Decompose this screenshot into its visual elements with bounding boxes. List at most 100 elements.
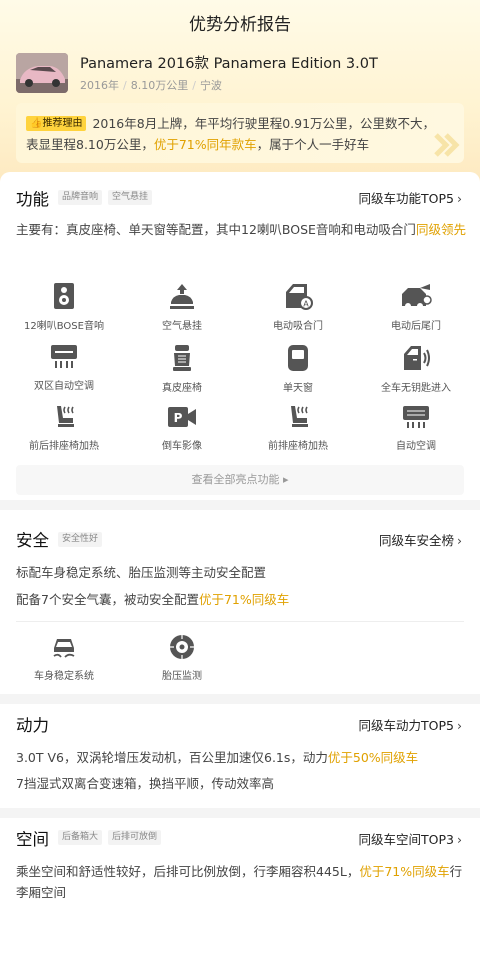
section-gap [0, 500, 480, 510]
car-photo[interactable] [16, 53, 68, 93]
chevron-right-icon: › [457, 832, 462, 847]
feature-label: 12喇叭BOSE音响 [24, 321, 104, 332]
leather-seat-icon [173, 345, 191, 371]
feature-label: 倒车影像 [162, 441, 202, 452]
power-rank-label: 同级车动力TOP5 [358, 718, 454, 733]
feature-item[interactable]: 电动后尾门 [366, 282, 466, 332]
space-rank-link[interactable]: 同级车空间TOP3 › [359, 829, 462, 848]
car-city: 宁波 [199, 79, 222, 92]
air-suspension-icon [170, 284, 194, 309]
power-highlight: 优于50%同级车 [327, 750, 419, 765]
function-rank-link[interactable]: 同级车功能TOP5 › [359, 188, 462, 207]
power-rank-link[interactable]: 同级车动力TOP5 › [359, 715, 462, 734]
feature-label: 全车无钥匙进入 [381, 383, 451, 394]
chevron-right-icon: › [457, 533, 462, 548]
feature-item[interactable]: 全车无钥匙进入 [366, 344, 466, 394]
reason-text-part: ，属于个人一手好车 [256, 137, 370, 152]
section-gap [0, 808, 480, 818]
feature-item[interactable]: 前后排座椅加热 [14, 404, 114, 452]
front-seat-heat-icon [291, 406, 308, 427]
sunroof-icon [288, 345, 308, 371]
power-door-icon: A [286, 284, 313, 310]
feature-item[interactable]: P 倒车影像 [132, 404, 232, 452]
svg-text:A: A [303, 300, 309, 309]
page-title: 优势分析报告 [189, 15, 291, 35]
feature-item[interactable]: 自动空调 [366, 404, 466, 452]
feature-label: 电动后尾门 [391, 321, 441, 332]
seat-heat-icon [57, 406, 74, 427]
feature-label: 胎压监测 [162, 671, 202, 682]
feature-item[interactable]: A 电动吸合门 [248, 282, 348, 332]
feature-label: 电动吸合门 [273, 321, 323, 332]
triangle-right-icon: ▸ [282, 473, 289, 486]
space-desc-text: 乘坐空间和舒适性较好，后排可比例放倒，行李厢容积445L， [16, 864, 360, 879]
feature-item[interactable]: 真皮座椅 [132, 344, 232, 394]
divider [16, 621, 464, 622]
function-tag: 空气悬挂 [108, 190, 153, 205]
safety-line-2-text: 配备7个安全气囊，被动安全配置 [16, 592, 199, 607]
function-tag: 品牌音响 [58, 190, 103, 205]
power-title: 动力 [16, 716, 49, 735]
recommend-badge: 👍推荐理由 [26, 116, 87, 131]
section-gap [0, 694, 480, 704]
safety-rank-label: 同级车安全榜 [378, 533, 454, 548]
safety-title: 安全 [16, 531, 49, 550]
power-section: 动力 同级车动力TOP5 › 3.0T V6，双涡轮增压发动机，百公里加速仅6.1… [0, 704, 480, 808]
safety-highlight: 优于71%同级车 [198, 592, 290, 607]
power-tailgate-icon [402, 284, 432, 309]
space-highlight: 优于71%同级车 [359, 864, 450, 879]
feature-item[interactable]: 前排座椅加热 [248, 404, 348, 452]
view-all-label: 查看全部亮点功能 [191, 473, 280, 486]
feature-item[interactable]: 双区自动空调 [14, 344, 114, 392]
recommend-reason-text: 👍推荐理由 2016年8月上牌，年平均行驶里程0.91万公里，公里数不大，表显里程… [26, 113, 446, 155]
function-description: 主要有：真皮座椅、单天窗等配置，其中12喇叭BOSE音响和电动吸合门同级领先 [16, 219, 468, 240]
space-rank-label: 同级车空间TOP3 [358, 832, 454, 847]
car-mileage: 8.10万公里 [130, 79, 189, 92]
feature-label: 自动空调 [396, 441, 436, 452]
safety-tag: 安全性好 [58, 532, 103, 547]
function-desc-text: 主要有：真皮座椅、单天窗等配置，其中12喇叭BOSE音响和电动吸合门 [16, 222, 416, 237]
auto-ac-icon [403, 406, 429, 428]
safety-feature-item[interactable]: 车身稳定系统 [14, 634, 114, 682]
safety-rank-link[interactable]: 同级车安全榜 › [379, 530, 462, 549]
reason-highlight: 优于71%同年款车 [153, 137, 257, 152]
chevron-right-icon: › [457, 191, 462, 206]
feature-item[interactable]: 单天窗 [248, 344, 348, 394]
function-desc-highlight: 同级领先 [415, 222, 466, 237]
thumbs-up-icon: 👍 [30, 118, 43, 129]
safety-section: 安全 安全性好 同级车安全榜 › 标配车身稳定系统、胎压监测等主动安全配置 配备7… [0, 510, 480, 694]
function-section: 功能 品牌音响 空气悬挂 同级车功能TOP5 › 主要有：真皮座椅、单天窗等配置，… [0, 172, 480, 500]
space-tag: 后备箱大 [58, 830, 103, 845]
power-line-1-text: 3.0T V6，双涡轮增压发动机，百公里加速仅6.1s，动力 [16, 750, 328, 765]
space-section: 空间 后备箱大 后排可放倒 同级车空间TOP3 › 乘坐空间和舒适性较好，后排可比… [0, 818, 480, 959]
feature-label: 单天窗 [283, 383, 313, 394]
function-title: 功能 [16, 190, 49, 209]
feature-label: 空气悬挂 [162, 321, 202, 332]
reverse-camera-icon: P [168, 407, 196, 427]
svg-text:P: P [174, 411, 183, 425]
car-model-name: Panamera 2016款 Panamera Edition 3.0T [80, 56, 378, 72]
speaker-icon [54, 283, 74, 309]
recommend-reason-box: 👍推荐理由 2016年8月上牌，年平均行驶里程0.91万公里，公里数不大，表显里程… [16, 103, 464, 163]
double-chevron-icon [434, 133, 460, 157]
car-meta: 2016年/8.10万公里 / 宁波 [80, 79, 222, 92]
feature-label: 真皮座椅 [162, 383, 202, 394]
dual-zone-ac-icon [51, 345, 77, 368]
feature-item[interactable]: 空气悬挂 [132, 282, 232, 332]
space-tag: 后排可放倒 [108, 830, 162, 845]
safety-line-1: 标配车身稳定系统、胎压监测等主动安全配置 [16, 565, 267, 580]
feature-label: 前后排座椅加热 [29, 441, 99, 452]
feature-label: 双区自动空调 [34, 381, 94, 392]
recommend-badge-label: 推荐理由 [42, 118, 83, 129]
power-line-1: 3.0T V6，双涡轮增压发动机，百公里加速仅6.1s，动力优于50%同级车 [16, 747, 468, 768]
view-all-features-button[interactable]: 查看全部亮点功能 ▸ [16, 465, 464, 495]
feature-label: 前排座椅加热 [268, 441, 328, 452]
function-rank-label: 同级车功能TOP5 [358, 191, 454, 206]
chevron-right-icon: › [457, 718, 462, 733]
power-line-2: 7挡湿式双离合变速箱，换挡平顺，传动效率高 [16, 776, 274, 791]
feature-item[interactable]: 12喇叭BOSE音响 [14, 282, 114, 332]
safety-feature-item[interactable]: 胎压监测 [132, 634, 232, 682]
keyless-entry-icon [404, 346, 430, 370]
stability-control-icon [53, 639, 75, 658]
safety-line-2: 配备7个安全气囊，被动安全配置优于71%同级车 [16, 589, 468, 610]
